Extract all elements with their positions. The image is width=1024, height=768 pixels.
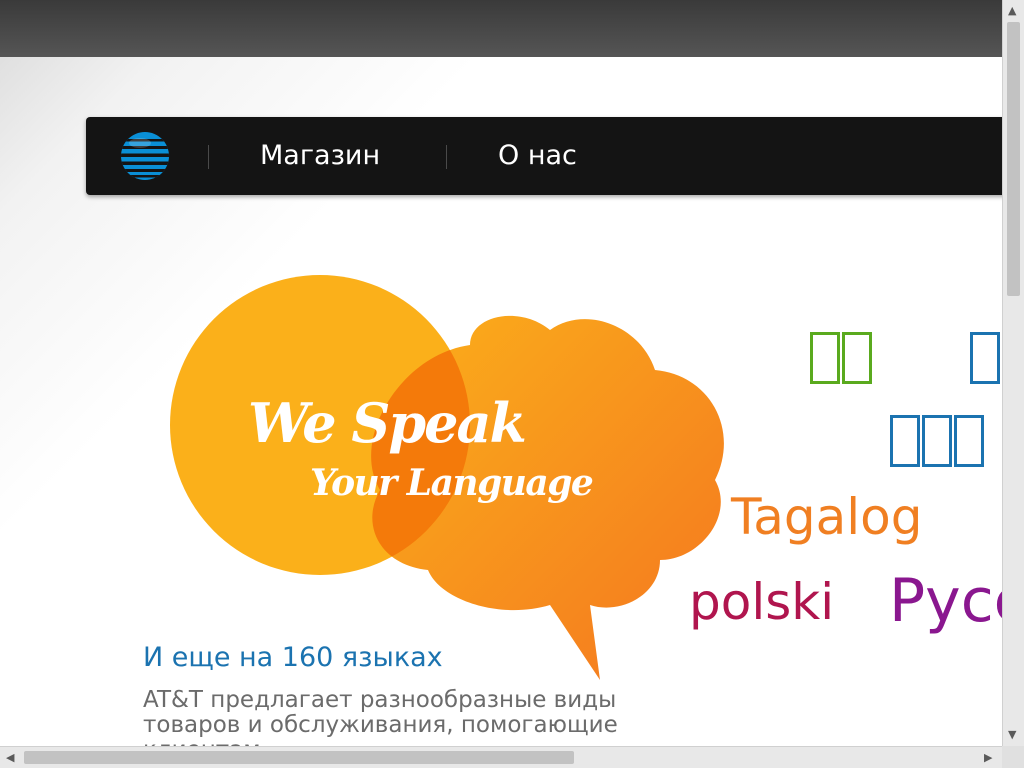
horizontal-scrollbar[interactable]: ◀ ▶ bbox=[0, 746, 1002, 768]
language-tagalog: Tagalog bbox=[731, 488, 923, 546]
arrow-up-icon[interactable]: ▲ bbox=[1008, 5, 1016, 16]
page-viewport: Магазин О нас We Speak Your Language Tag… bbox=[0, 0, 1024, 768]
vertical-scrollbar[interactable]: ▲ ▼ bbox=[1002, 0, 1024, 746]
vertical-scroll-thumb[interactable] bbox=[1007, 22, 1020, 296]
att-globe-logo[interactable] bbox=[120, 131, 170, 181]
nav-link-shop[interactable]: Магазин bbox=[260, 139, 380, 173]
hero-headline-line1: We Speak bbox=[248, 391, 525, 455]
hero-headline-line2: Your Language bbox=[310, 462, 593, 504]
nav-separator bbox=[446, 145, 447, 169]
promo-title: И еще на 160 языках bbox=[143, 642, 443, 673]
horizontal-scroll-thumb[interactable] bbox=[24, 751, 574, 764]
blue-glyph-box-partial bbox=[970, 332, 1000, 384]
nav-link-about[interactable]: О нас bbox=[498, 139, 577, 173]
main-navbar: Магазин О нас bbox=[86, 117, 1016, 195]
arrow-down-icon[interactable]: ▼ bbox=[1008, 729, 1016, 740]
we-speak-your-language-graphic: We Speak Your Language bbox=[170, 275, 724, 680]
arrow-left-icon[interactable]: ◀ bbox=[6, 752, 14, 763]
scrollbar-corner bbox=[1002, 746, 1024, 768]
green-glyph-boxes bbox=[810, 332, 872, 384]
top-bar bbox=[0, 0, 1002, 57]
language-polski: polski bbox=[689, 573, 835, 631]
blue-glyph-boxes bbox=[890, 415, 984, 467]
nav-separator bbox=[208, 145, 209, 169]
arrow-right-icon[interactable]: ▶ bbox=[984, 752, 992, 763]
